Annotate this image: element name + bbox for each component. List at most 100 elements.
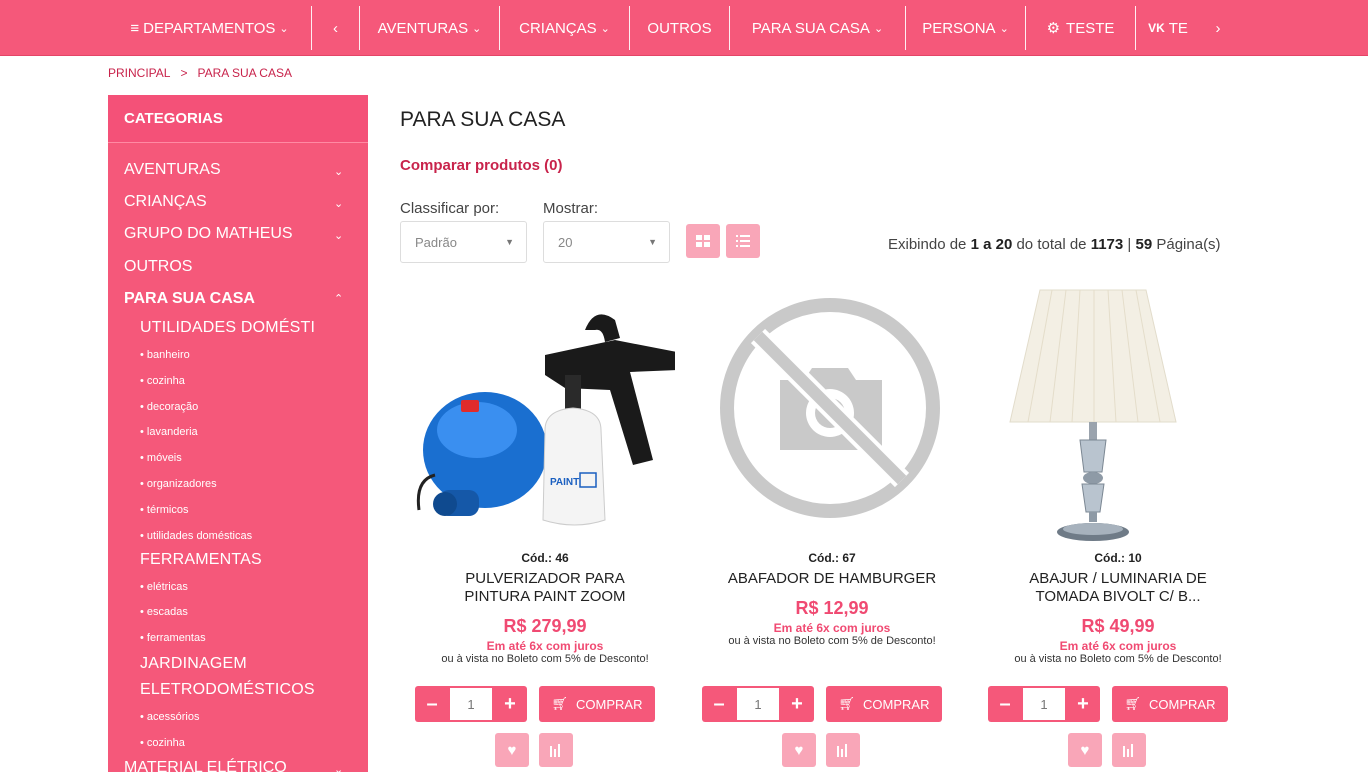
chevron-down-icon: ⌄ xyxy=(873,22,884,35)
quantity-input[interactable]: 1 xyxy=(1023,688,1065,720)
sidebar-sub-eletrodomesticos[interactable]: ELETRODOMÉSTICOS xyxy=(140,681,315,699)
product-name[interactable]: ABAFADOR DE HAMBURGER xyxy=(722,570,942,588)
product-code: Cód.: 67 xyxy=(808,551,856,565)
buy-button[interactable]: 🛒︎ COMPRAR xyxy=(826,686,942,722)
breadcrumb-home[interactable]: PRINCIPAL xyxy=(108,66,170,80)
product-code: Cód.: 46 xyxy=(521,551,569,565)
nav-item-para-sua-casa[interactable]: PARA SUA CASA ⌄ xyxy=(730,6,906,50)
sidebar-item-outros[interactable]: OUTROS xyxy=(124,258,192,276)
breadcrumb: PRINCIPAL > PARA SUA CASA xyxy=(108,66,292,80)
bar-chart-icon xyxy=(550,744,560,757)
chevron-right-icon: › xyxy=(1215,19,1221,37)
sidebar-leaf[interactable]: • elétricas xyxy=(140,581,188,593)
sidebar-leaf[interactable]: • acessórios xyxy=(140,711,200,723)
sidebar-item-aventuras[interactable]: AVENTURAS xyxy=(124,161,221,179)
product-code: Cód.: 10 xyxy=(1094,551,1142,565)
sidebar-item-grupo-do-matheus[interactable]: GRUPO DO MATHEUS xyxy=(124,225,293,243)
quantity-stepper: – 1 + xyxy=(415,686,527,722)
installments-text: Em até 6x com juros xyxy=(773,621,891,635)
show-select[interactable]: 20 ▼ xyxy=(543,221,670,263)
sidebar-leaf[interactable]: • utilidades domésticas xyxy=(140,530,252,542)
sidebar-item-criancas[interactable]: CRIANÇAS xyxy=(124,193,207,211)
sidebar-sub-utilidades[interactable]: UTILIDADES DOMÉSTI xyxy=(140,319,315,337)
decrease-quantity-button[interactable]: – xyxy=(415,686,449,722)
chevron-down-icon[interactable]: ⌄ xyxy=(334,197,343,210)
wishlist-button[interactable]: ♥ xyxy=(782,733,816,767)
boleto-text: ou à vista no Boleto com 5% de Desconto! xyxy=(1014,653,1222,665)
sidebar-leaf[interactable]: • escadas xyxy=(140,606,188,618)
show-label: Mostrar: xyxy=(543,200,599,217)
heart-icon: ♥ xyxy=(1080,741,1090,759)
list-icon xyxy=(736,235,750,247)
compare-button[interactable] xyxy=(1112,733,1146,767)
chevron-left-icon: ‹ xyxy=(333,19,338,37)
boleto-text: ou à vista no Boleto com 5% de Desconto! xyxy=(441,653,649,665)
sidebar-leaf[interactable]: • móveis xyxy=(140,452,182,464)
page-title: PARA SUA CASA xyxy=(400,108,566,131)
buy-button[interactable]: 🛒︎ COMPRAR xyxy=(539,686,655,722)
sort-select-value: Padrão xyxy=(415,234,457,250)
product-price: R$ 49,99 xyxy=(1081,616,1155,636)
bar-chart-icon xyxy=(837,744,847,757)
cart-icon: 🛒︎ xyxy=(838,696,856,711)
list-view-button[interactable] xyxy=(726,224,760,258)
nav-item-criancas[interactable]: CRIANÇAS ⌄ xyxy=(500,6,630,50)
chevron-down-icon[interactable]: ⌄ xyxy=(334,763,343,772)
quantity-input[interactable]: 1 xyxy=(450,688,492,720)
nav-item-aventuras[interactable]: AVENTURAS ⌄ xyxy=(360,6,500,50)
sidebar-item-material-eletrico[interactable]: MATERIAL ELÉTRICO xyxy=(124,759,287,772)
sidebar-leaf[interactable]: • cozinha xyxy=(140,375,185,387)
nav-item-persona[interactable]: PERSONA ⌄ xyxy=(906,6,1026,50)
breadcrumb-separator: > xyxy=(180,66,188,80)
sidebar-leaf[interactable]: • cozinha xyxy=(140,737,185,749)
nav-item-outros[interactable]: OUTROS xyxy=(630,6,730,50)
chevron-down-icon[interactable]: ⌄ xyxy=(334,165,343,178)
grid-view-button[interactable] xyxy=(686,224,720,258)
caret-down-icon: ▼ xyxy=(505,237,514,247)
sort-select[interactable]: Padrão ▼ xyxy=(400,221,527,263)
sidebar-item-para-sua-casa[interactable]: PARA SUA CASA xyxy=(124,290,255,308)
paint-sprayer-image[interactable]: PAINT xyxy=(415,280,675,544)
nav-prev-button[interactable]: ‹ xyxy=(312,6,360,50)
sidebar-leaf[interactable]: • decoração xyxy=(140,401,198,413)
sidebar-leaf[interactable]: • banheiro xyxy=(140,349,190,361)
nav-item-vk[interactable]: VK TE xyxy=(1136,6,1200,50)
increase-quantity-button[interactable]: + xyxy=(780,686,814,722)
sort-label: Classificar por: xyxy=(400,200,500,217)
departments-menu[interactable]: ≡ DEPARTAMENTOS ⌄ xyxy=(108,6,312,50)
buy-button[interactable]: 🛒︎ COMPRAR xyxy=(1112,686,1228,722)
cart-icon: 🛒︎ xyxy=(1124,696,1142,711)
installments-text: Em até 6x com juros xyxy=(1059,639,1177,653)
chevron-up-icon[interactable]: ⌃ xyxy=(334,292,343,305)
nav-next-button[interactable]: › xyxy=(1198,6,1238,50)
nav-item-teste[interactable]: ⚙ TESTE xyxy=(1026,6,1136,50)
pagination-info: Exibindo de 1 a 20 do total de 1173 | 59… xyxy=(888,236,1221,253)
sidebar-leaf[interactable]: • ferramentas xyxy=(140,632,206,644)
product-name[interactable]: ABAJUR / LUMINARIA DE TOMADA BIVOLT C/ B… xyxy=(1008,570,1228,606)
chevron-down-icon: ⌄ xyxy=(999,22,1009,35)
wishlist-button[interactable]: ♥ xyxy=(495,733,529,767)
chevron-down-icon: ⌄ xyxy=(472,22,482,35)
decrease-quantity-button[interactable]: – xyxy=(702,686,736,722)
increase-quantity-button[interactable]: + xyxy=(1066,686,1100,722)
chevron-down-icon[interactable]: ⌄ xyxy=(334,229,343,242)
compare-button[interactable] xyxy=(539,733,573,767)
categories-sidebar: CATEGORIAS AVENTURAS ⌄ CRIANÇAS ⌄ GRUPO … xyxy=(108,95,368,772)
product-name[interactable]: PULVERIZADOR PARA PINTURA PAINT ZOOM xyxy=(435,570,655,606)
sidebar-sub-jardinagem[interactable]: JARDINAGEM xyxy=(140,655,247,673)
table-lamp-image[interactable] xyxy=(988,280,1248,544)
no-photo-icon[interactable] xyxy=(702,280,962,544)
quantity-input[interactable]: 1 xyxy=(737,688,779,720)
cart-icon: 🛒︎ xyxy=(551,696,569,711)
decrease-quantity-button[interactable]: – xyxy=(988,686,1022,722)
breadcrumb-current[interactable]: PARA SUA CASA xyxy=(197,66,291,80)
wishlist-button[interactable]: ♥ xyxy=(1068,733,1102,767)
compare-products-link[interactable]: Comparar produtos (0) xyxy=(400,157,563,174)
increase-quantity-button[interactable]: + xyxy=(493,686,527,722)
sidebar-leaf[interactable]: • organizadores xyxy=(140,478,217,490)
compare-button[interactable] xyxy=(826,733,860,767)
vk-icon: VK xyxy=(1148,21,1165,35)
sidebar-leaf[interactable]: • térmicos xyxy=(140,504,188,516)
sidebar-sub-ferramentas[interactable]: FERRAMENTAS xyxy=(140,551,262,569)
sidebar-leaf[interactable]: • lavanderia xyxy=(140,426,198,438)
